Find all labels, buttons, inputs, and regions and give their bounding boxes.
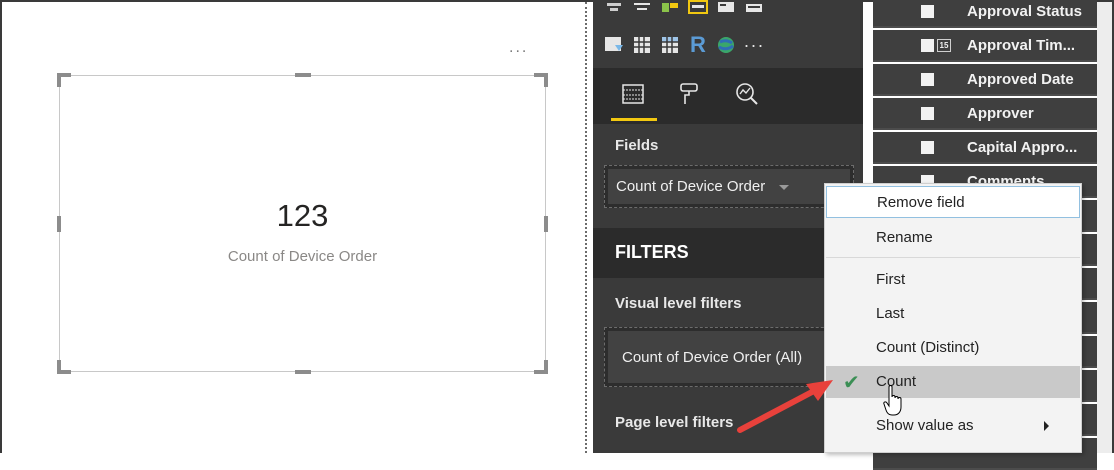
field-checkbox[interactable] (921, 73, 934, 86)
visualizations-pane: R ··· Fields Count of Device Order FILTE… (593, 0, 863, 453)
field-checkbox[interactable] (921, 5, 934, 18)
field-pill-label: Count of Device Order (616, 178, 766, 195)
funnel-chart-icon[interactable] (603, 0, 625, 18)
table-icon[interactable] (631, 34, 653, 56)
visual-filter-pill[interactable]: Count of Device Order (All) (608, 331, 850, 383)
r-visual-icon[interactable]: R (687, 32, 709, 57)
menu-item-show-value-as[interactable]: Show value as (826, 410, 1080, 442)
field-label: Capital Appro... (967, 139, 1078, 156)
field-pill-dropdown-icon (779, 184, 790, 190)
calendar-icon: 15 (937, 39, 951, 52)
menu-item-label: First (876, 271, 906, 288)
paint-roller-icon (680, 83, 698, 104)
matrix-icon[interactable] (659, 34, 681, 56)
resize-handle-tl-v[interactable] (57, 73, 61, 87)
field-context-menu: Remove field Rename First Last Count (Di… (824, 183, 1082, 453)
slicer-icon[interactable] (603, 34, 625, 56)
kpi-icon[interactable] (743, 0, 765, 18)
field-label: Approved Date (967, 71, 1074, 88)
resize-handle-top[interactable] (295, 73, 311, 77)
active-tab-indicator (611, 118, 657, 121)
menu-item-label: Last (876, 305, 905, 322)
menu-item-label: Show value as (876, 417, 974, 434)
treemap-icon[interactable] (659, 0, 681, 18)
more-visuals-icon[interactable]: ··· (743, 34, 765, 56)
field-label: Approval Status (967, 3, 1083, 20)
multirow-card-icon[interactable] (715, 0, 737, 18)
menu-item-count[interactable]: ✔ Count (826, 366, 1080, 398)
field-label: Approver (967, 105, 1034, 122)
resize-handle-bottom[interactable] (295, 370, 311, 374)
menu-item-remove-field[interactable]: Remove field (826, 186, 1080, 218)
resize-handle-bl-v[interactable] (57, 360, 61, 374)
pane-tabs (593, 68, 863, 124)
viz-icon-row-1 (603, 0, 765, 18)
menu-item-label: Remove field (877, 194, 965, 211)
tab-analytics[interactable] (729, 76, 765, 112)
resize-handle-br-v[interactable] (544, 360, 548, 374)
visual-filters-label: Visual level filters (615, 295, 742, 312)
visual-filters-well[interactable]: Count of Device Order (All) (604, 327, 854, 387)
field-checkbox[interactable] (921, 39, 934, 52)
menu-item-label: Count (876, 373, 917, 390)
fields-list-scrollbar[interactable] (1097, 2, 1112, 453)
field-item-capital-approval[interactable]: Capital Appro... (873, 132, 1097, 164)
field-pill[interactable]: Count of Device Order (608, 169, 850, 204)
report-canvas[interactable]: ... 123 Count of Device Order (2, 2, 584, 453)
field-checkbox[interactable] (921, 141, 934, 154)
field-item-approval-status[interactable]: Approval Status (873, 0, 1097, 28)
filters-header: FILTERS (593, 228, 863, 278)
tab-fields[interactable] (615, 76, 651, 112)
visual-filter-pill-label: Count of Device Order (All) (622, 348, 803, 366)
field-item-approved-date[interactable]: Approved Date (873, 64, 1097, 96)
menu-item-label: Rename (876, 229, 933, 246)
tab-format[interactable] (671, 76, 707, 112)
analytics-magnifier-icon (736, 83, 758, 105)
menu-item-last[interactable]: Last (826, 298, 1080, 330)
viz-icon-row-2: R ··· (603, 32, 765, 57)
visual-more-options-icon[interactable]: ... (509, 40, 528, 56)
page-filters-label: Page level filters (615, 414, 734, 431)
card-icon[interactable] (687, 0, 709, 18)
filter-lines-icon[interactable] (631, 0, 653, 18)
kpi-label: Count of Device Order (227, 248, 378, 265)
field-label: Approval Tim... (967, 37, 1076, 54)
field-checkbox[interactable] (921, 107, 934, 120)
menu-item-first[interactable]: First (826, 264, 1080, 296)
filters-title: FILTERS (615, 242, 689, 262)
globe-icon[interactable] (715, 34, 737, 56)
menu-item-count-distinct[interactable]: Count (Distinct) (826, 332, 1080, 364)
fields-well[interactable]: Count of Device Order (604, 165, 854, 208)
fields-tab-icon (622, 84, 644, 104)
submenu-arrow-icon (1044, 421, 1049, 431)
field-item-approval-time[interactable]: 15 Approval Tim... (873, 30, 1097, 62)
menu-separator (826, 257, 1080, 258)
resize-handle-tr-v[interactable] (544, 73, 548, 87)
field-item-approver[interactable]: Approver (873, 98, 1097, 130)
menu-item-label: Count (Distinct) (876, 339, 980, 356)
canvas-pane-divider (585, 2, 587, 453)
checkmark-icon: ✔ (843, 372, 860, 394)
fields-section-label: Fields (615, 137, 659, 154)
menu-item-rename[interactable]: Rename (826, 222, 1080, 254)
kpi-value: 123 (276, 198, 329, 233)
card-visual[interactable]: 123 Count of Device Order (57, 73, 548, 374)
